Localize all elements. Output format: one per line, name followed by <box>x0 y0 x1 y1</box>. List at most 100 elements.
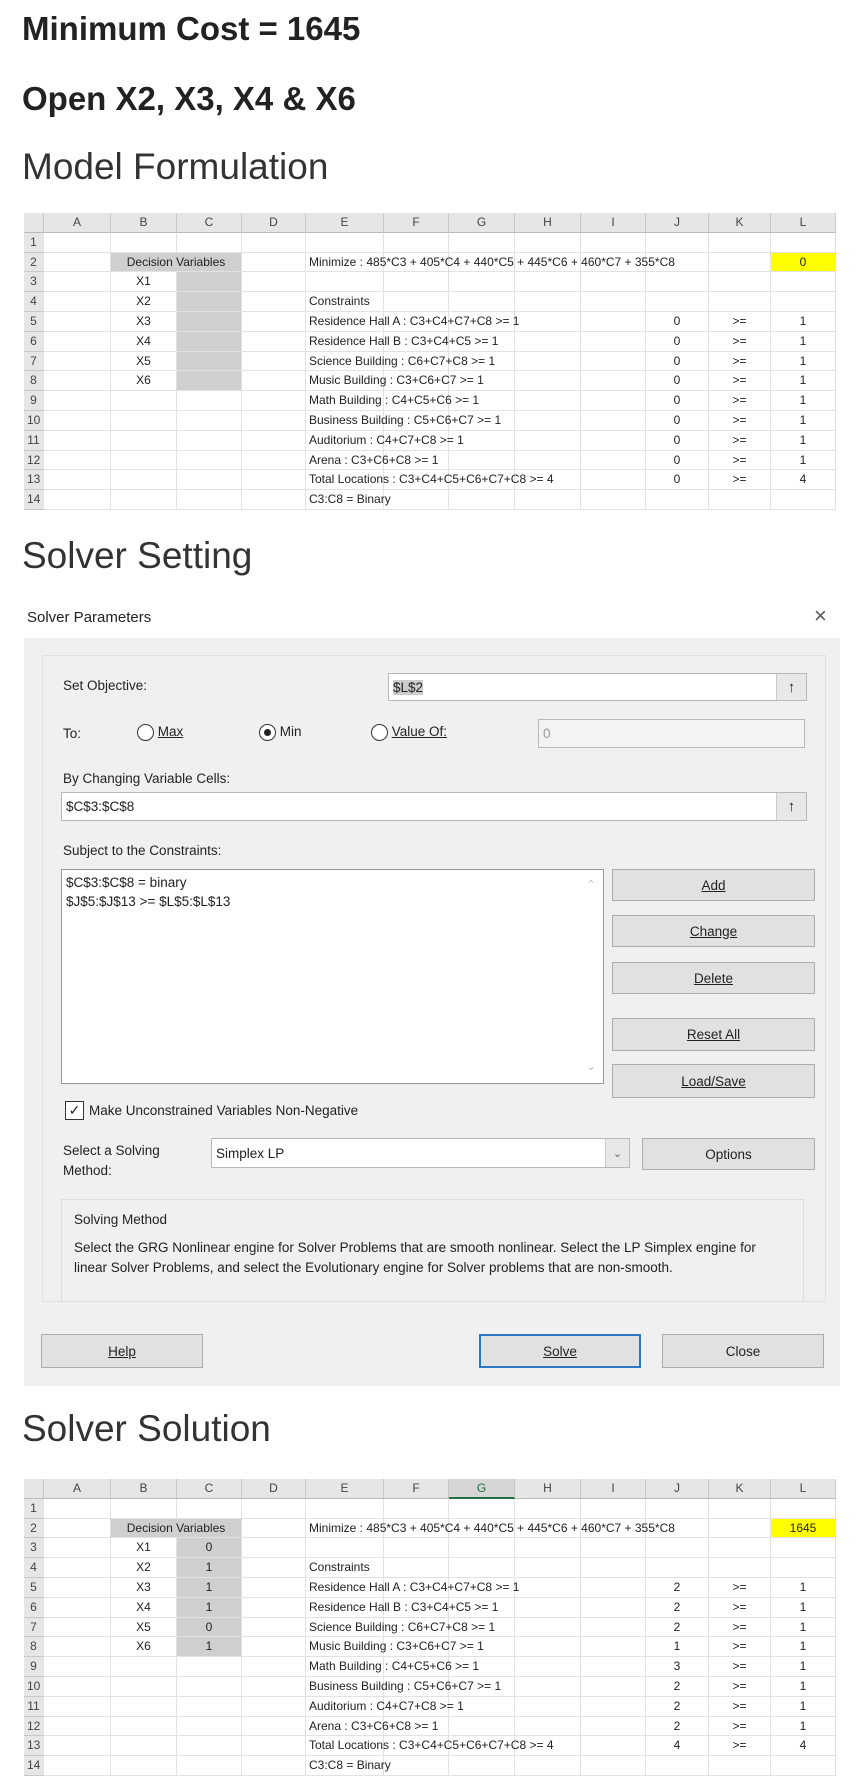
constraint-lhs[interactable]: 0 <box>646 430 709 451</box>
max-radio[interactable]: Max <box>137 724 183 741</box>
constraint-operator[interactable]: >= <box>709 1637 771 1658</box>
cell[interactable] <box>44 450 111 471</box>
variable-value[interactable] <box>177 312 242 332</box>
row-header-6[interactable]: 6 <box>24 1597 44 1618</box>
variable-value[interactable]: 1 <box>177 1578 242 1598</box>
constraint-rhs[interactable]: 1 <box>771 331 836 352</box>
column-header-F[interactable]: F <box>384 213 449 233</box>
cell[interactable] <box>306 1538 384 1559</box>
cell[interactable] <box>111 1498 177 1519</box>
cell[interactable] <box>242 232 306 253</box>
min-radio[interactable]: Min <box>259 724 302 741</box>
variable-value[interactable]: 1 <box>177 1558 242 1578</box>
decision-variables-header[interactable]: Decision Variables <box>111 1518 242 1539</box>
column-header-B[interactable]: B <box>111 213 177 233</box>
constraint-lhs[interactable]: 0 <box>646 411 709 431</box>
cell[interactable] <box>709 1756 771 1776</box>
cell[interactable] <box>515 1498 581 1519</box>
solving-method-select[interactable]: Simplex LP ⌄ <box>211 1138 630 1168</box>
list-scrollbar[interactable]: ⌃ ⌄ <box>579 870 603 1083</box>
constraint-label[interactable]: Auditorium : C4+C7+C8 >= 1 <box>306 430 646 451</box>
constraint-rhs[interactable]: 4 <box>771 1736 836 1757</box>
row-header-4[interactable]: 4 <box>24 292 44 312</box>
cell[interactable] <box>771 272 836 293</box>
variable-value[interactable] <box>177 351 242 372</box>
column-header-A[interactable]: A <box>44 213 111 233</box>
add-button[interactable]: Add <box>612 869 815 901</box>
constraint-lhs[interactable]: 4 <box>646 1736 709 1757</box>
cell[interactable] <box>581 272 646 293</box>
cell[interactable] <box>44 1696 111 1717</box>
column-header-C[interactable]: C <box>177 213 242 233</box>
constraint-lhs[interactable]: 0 <box>646 351 709 372</box>
cell[interactable] <box>709 292 771 312</box>
cell[interactable] <box>384 272 449 293</box>
reset-all-button[interactable]: Reset All <box>612 1018 815 1051</box>
constraint-lhs[interactable]: 2 <box>646 1716 709 1737</box>
cell[interactable] <box>242 252 306 273</box>
binary-note[interactable]: C3:C8 = Binary <box>306 1756 646 1776</box>
constraint-label[interactable]: Total Locations : C3+C4+C5+C6+C7+C8 >= 4 <box>306 470 646 491</box>
column-header-L[interactable]: L <box>771 1479 836 1499</box>
help-button[interactable]: Help <box>41 1334 203 1368</box>
column-header-B[interactable]: B <box>111 1479 177 1499</box>
variable-value[interactable] <box>177 292 242 312</box>
cell[interactable] <box>111 1716 177 1737</box>
load-save-button[interactable]: Load/Save <box>612 1064 815 1098</box>
constraint-rhs[interactable]: 1 <box>771 371 836 392</box>
cell[interactable] <box>242 490 306 510</box>
solve-button[interactable]: Solve <box>479 1334 641 1368</box>
cell[interactable] <box>771 292 836 312</box>
cell[interactable] <box>709 490 771 510</box>
cell[interactable] <box>242 1716 306 1737</box>
cell[interactable] <box>515 1538 581 1559</box>
constraint-label[interactable]: Arena : C3+C6+C8 >= 1 <box>306 450 646 471</box>
cell[interactable] <box>242 1756 306 1776</box>
column-header-J[interactable]: J <box>646 213 709 233</box>
constraint-label[interactable]: Residence Hall B : C3+C4+C5 >= 1 <box>306 1597 646 1618</box>
cell[interactable] <box>646 1498 709 1519</box>
cell[interactable] <box>515 232 581 253</box>
constraint-operator[interactable]: >= <box>709 351 771 372</box>
constraint-item[interactable]: $C$3:$C$8 = binary <box>66 873 599 892</box>
cell[interactable] <box>771 490 836 510</box>
cell[interactable] <box>44 292 111 312</box>
cell[interactable] <box>646 292 709 312</box>
constraints-header[interactable]: Constraints <box>306 1558 384 1578</box>
variable-name[interactable]: X6 <box>111 1637 177 1658</box>
cell[interactable] <box>581 1558 646 1578</box>
cell[interactable] <box>242 470 306 491</box>
column-header-A[interactable]: A <box>44 1479 111 1499</box>
constraint-lhs[interactable]: 2 <box>646 1696 709 1717</box>
cell[interactable] <box>177 1677 242 1697</box>
cell[interactable] <box>44 490 111 510</box>
cell[interactable] <box>242 1498 306 1519</box>
constraint-rhs[interactable]: 1 <box>771 1578 836 1598</box>
cell[interactable] <box>646 1538 709 1559</box>
constraint-rhs[interactable]: 1 <box>771 1716 836 1737</box>
row-header-10[interactable]: 10 <box>24 411 44 431</box>
cell[interactable] <box>242 272 306 293</box>
constraint-label[interactable]: Math Building : C4+C5+C6 >= 1 <box>306 1657 646 1677</box>
column-header-I[interactable]: I <box>581 1479 646 1499</box>
value-of-input[interactable]: 0 <box>538 719 805 748</box>
constraint-rhs[interactable]: 1 <box>771 312 836 332</box>
cell[interactable] <box>242 1637 306 1658</box>
constraint-label[interactable]: Science Building : C6+C7+C8 >= 1 <box>306 351 646 372</box>
constraint-operator[interactable]: >= <box>709 331 771 352</box>
cell[interactable] <box>709 1558 771 1578</box>
constraint-label[interactable]: Auditorium : C4+C7+C8 >= 1 <box>306 1696 646 1717</box>
cell[interactable] <box>177 232 242 253</box>
cell[interactable] <box>515 292 581 312</box>
cell[interactable] <box>44 470 111 491</box>
decision-variables-header[interactable]: Decision Variables <box>111 252 242 273</box>
constraint-operator[interactable]: >= <box>709 1617 771 1638</box>
constraint-operator[interactable]: >= <box>709 470 771 491</box>
column-header-F[interactable]: F <box>384 1479 449 1499</box>
constraint-lhs[interactable]: 0 <box>646 391 709 411</box>
cell[interactable] <box>581 232 646 253</box>
cell[interactable] <box>44 232 111 253</box>
column-header-D[interactable]: D <box>242 213 306 233</box>
row-header-14[interactable]: 14 <box>24 490 44 510</box>
cell[interactable] <box>111 1677 177 1697</box>
